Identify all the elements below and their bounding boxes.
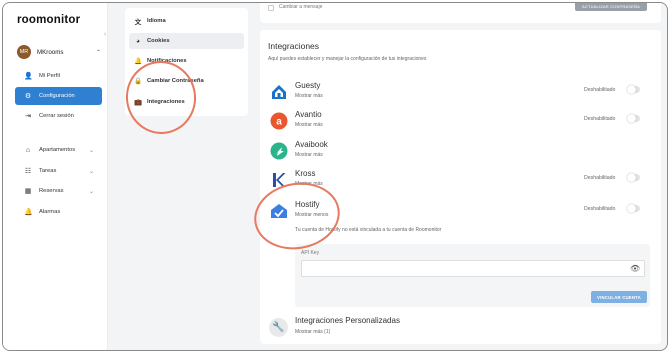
settings-item-label: Integraciones [147,99,185,105]
chevron-down-icon: ⌄ [88,147,94,154]
sidebar-item-label: Tareas [39,168,57,174]
integration-toggle[interactable] [627,173,640,182]
wrench-icon: 🔧 [269,318,288,337]
integration-toggle[interactable] [627,204,640,213]
user-icon: 👤 [24,73,33,80]
eye-icon[interactable]: 👁 [630,264,640,273]
logout-icon: ⇥ [25,113,31,120]
sidebar-item-label: Cerrar sesión [39,113,74,119]
show-more-link[interactable]: Mostrar más [295,181,323,187]
translate-icon: 文 [134,19,142,26]
app-window: roomonitor ‹ MR MKrooms ⌃ 👤 Mi Perfil ⚙ … [2,2,668,351]
guesty-logo-icon [270,83,288,101]
integration-name: Integraciones Personalizadas [295,316,400,325]
chevron-down-icon: ⌄ [88,188,94,195]
sidebar-item-configuracion[interactable]: ⚙ Configuración [15,87,102,105]
settings-item-label: Notificaciones [147,58,187,64]
show-less-link[interactable]: Mostrar menos [295,212,328,218]
settings-item-cambiar-contrasena[interactable]: 🔒 Cambiar Contraseña [129,73,244,89]
avantio-logo-icon: a [270,112,288,130]
sidebar-item-label: Configuración [39,93,75,99]
user-menu[interactable]: MR MKrooms ⌃ [17,44,101,60]
integration-toggle[interactable] [627,85,640,94]
status-label: Deshabilitado [584,175,616,181]
custom-integrations: 🔧 Integraciones Personalizadas Mostrar m… [268,315,568,339]
section-title: Integraciones [268,41,320,51]
sidebar-item-label: Reservas [39,188,64,194]
calendar-icon: ▦ [24,188,32,195]
checkbox-label: Cambiar a mensaje [279,4,323,10]
settings-item-integraciones[interactable]: 💼 Integraciones [129,94,244,110]
checkbox[interactable] [268,5,274,11]
show-more-link[interactable]: Mostrar más (1) [295,329,330,335]
integration-name: Guesty [295,81,321,90]
svg-text:a: a [276,117,282,128]
gear-icon: ⚙ [24,93,32,100]
sidebar: roomonitor ‹ MR MKrooms ⌃ 👤 Mi Perfil ⚙ … [3,3,108,350]
lock-icon: 🔒 [134,78,143,85]
integration-guesty: Guesty Mostrar más Deshabilitado [268,81,648,105]
sidebar-item-cerrar-sesion[interactable]: ⇥ Cerrar sesión [15,107,102,125]
home-icon: ⌂ [25,146,31,154]
app-logo: roomonitor [17,14,81,26]
integration-name: Avaibook [295,140,328,149]
settings-item-label: Idioma [147,18,166,24]
sidebar-item-label: Apartamentos [39,147,76,153]
bell-icon: 🔔 [134,58,143,65]
api-key-label: API Key [301,250,320,256]
integration-avantio: a Avantio Mostrar más Deshabilitado [268,110,648,134]
chevron-left-icon[interactable]: ‹ [104,31,106,38]
kross-logo-icon [270,171,288,189]
sidebar-item-label: Mi Perfil [39,73,60,79]
sidebar-item-tareas[interactable]: ☷ Tareas ⌄ [15,162,102,180]
integration-hostify: Hostify Mostrar menos Deshabilitado [268,200,648,224]
link-account-button[interactable]: VINCULAR CUENTA [591,291,647,303]
show-more-link[interactable]: Mostrar más [295,152,323,158]
integration-name: Avantio [295,110,322,119]
sidebar-item-alarmas[interactable]: 🔔 Alarmas [15,203,102,221]
settings-item-idioma[interactable]: 文 Idioma [129,13,244,29]
sidebar-item-mi-perfil[interactable]: 👤 Mi Perfil [15,67,102,85]
api-key-input[interactable] [301,260,645,277]
show-more-link[interactable]: Mostrar más [295,93,323,99]
avaibook-logo-icon [270,142,288,160]
integration-toggle[interactable] [627,114,640,123]
briefcase-icon: 💼 [134,99,143,106]
show-more-link[interactable]: Mostrar más [295,122,323,128]
integration-name: Hostify [295,200,320,209]
sidebar-item-reservas[interactable]: ▦ Reservas ⌄ [15,182,102,200]
cookie-icon: ◕ [136,37,140,45]
settings-item-label: Cookies [147,38,170,44]
settings-item-cookies[interactable]: ◕ Cookies [129,33,244,49]
hostify-note: Tu cuenta de Hostify no está vinculada a… [295,227,442,233]
status-label: Deshabilitado [584,87,616,93]
settings-item-label: Cambiar Contraseña [147,78,204,84]
user-name: MKrooms [37,48,64,56]
settings-menu: 文 Idioma ◕ Cookies 🔔 Notificaciones 🔒 Ca… [125,8,248,116]
integration-avaibook: Avaibook Mostrar más [268,140,648,164]
hostify-logo-icon [270,202,288,220]
status-label: Deshabilitado [584,116,616,122]
status-label: Deshabilitado [584,206,616,212]
avatar: MR [17,45,31,59]
update-password-button[interactable]: ACTUALIZAR CONTRASEÑA [575,3,647,11]
chevron-down-icon: ⌄ [88,168,94,175]
section-subtitle: Aquí puedes establecer y manejar la conf… [268,56,427,62]
settings-item-notificaciones[interactable]: 🔔 Notificaciones [129,53,244,69]
chevron-up-icon: ⌃ [95,49,101,56]
integration-kross: Kross Mostrar más Deshabilitado [268,169,648,193]
integration-name: Kross [295,169,316,178]
bell-icon: 🔔 [24,209,33,216]
tasks-icon: ☷ [24,168,32,175]
sidebar-item-label: Alarmas [39,209,61,215]
sidebar-item-apartamentos[interactable]: ⌂ Apartamentos ⌄ [15,141,102,159]
